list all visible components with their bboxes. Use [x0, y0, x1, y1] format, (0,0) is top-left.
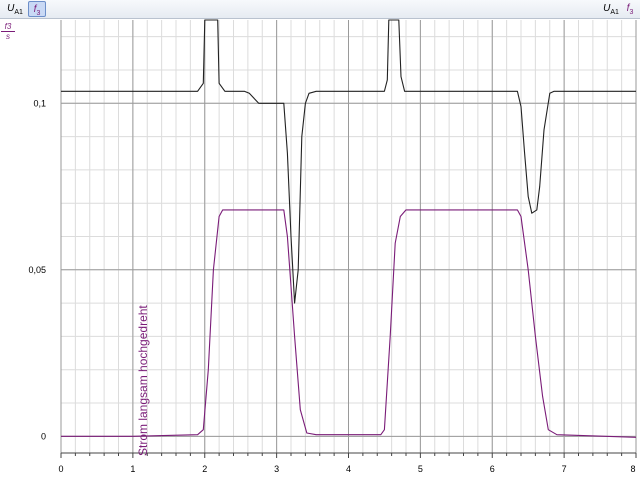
y-tick-label: 0,1 [33, 98, 46, 108]
x-tick-label: 0 [58, 464, 63, 474]
line-chart[interactable]: 0 1 2 3 4 5 6 7 8 0 0,05 0,1 Strom langsam hochged… [0, 0, 640, 479]
x-tick-label: 2 [202, 464, 207, 474]
x-tick-label: 3 [274, 464, 279, 474]
x-tick-label: 5 [418, 464, 423, 474]
x-tick-label: 1 [130, 464, 135, 474]
annotation-label: Strom langsam hochgedreht [136, 305, 150, 456]
y-tick-label: 0 [41, 431, 46, 441]
x-tick-label: 4 [346, 464, 351, 474]
measurement-app: UA1 f3 UA1 f3 f3 s 012345678 0 0,05 0,1 St… [0, 0, 640, 479]
x-tick-label: 6 [490, 464, 495, 474]
x-tick-label: 8 [630, 464, 635, 474]
y-tick-label: 0,05 [28, 265, 46, 275]
x-tick-label: 7 [562, 464, 567, 474]
y-axis-ticks: 0 0,05 0,1 [28, 98, 46, 441]
